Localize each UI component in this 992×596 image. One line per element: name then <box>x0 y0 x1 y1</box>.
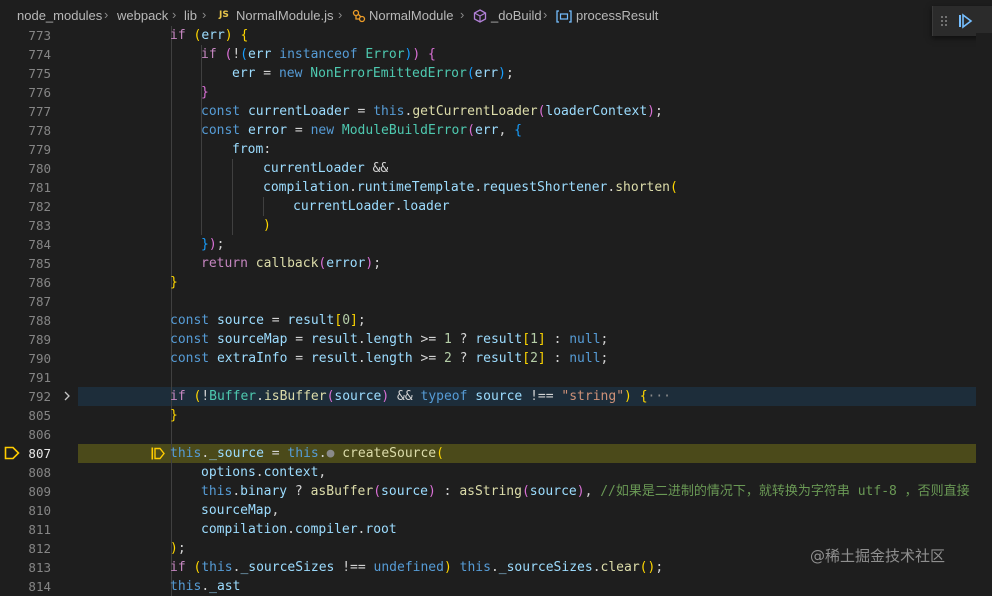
line-number: 784 <box>28 237 51 252</box>
line-number: 780 <box>28 161 51 176</box>
code-line-775: err = new NonErrorEmittedError(err); <box>232 66 514 81</box>
code-line-781: compilation.runtimeTemplate.requestShort… <box>263 180 678 195</box>
line-number: 773 <box>28 28 51 43</box>
code-line-807: this._source = this.● createSource( <box>170 446 444 461</box>
code-line-774: if (!(err instanceof Error)) { <box>201 47 436 62</box>
indent-guide <box>201 45 202 235</box>
line-number: 777 <box>28 104 51 119</box>
code-line-789: const sourceMap = result.length >= 1 ? r… <box>170 332 609 347</box>
code-line-788: const source = result[0]; <box>170 313 366 328</box>
fold-expand-chevron-icon[interactable] <box>62 391 72 401</box>
line-number-gutter: 773 774 775 776 777 778 779 780 781 782 … <box>0 0 78 594</box>
line-number: 782 <box>28 199 51 214</box>
code-line-814: this._ast <box>170 579 241 594</box>
line-number: 808 <box>28 465 51 480</box>
line-number: 790 <box>28 351 51 366</box>
line-number: 813 <box>28 560 51 575</box>
line-number: 814 <box>28 579 51 594</box>
code-line-810: sourceMap, <box>201 503 280 518</box>
watermark: @稀土掘金技术社区 <box>810 547 946 565</box>
line-number: 792 <box>28 389 51 404</box>
code-line-780: currentLoader && <box>263 161 389 176</box>
code-line-809: this.binary ? asBuffer(source) : asStrin… <box>201 484 970 499</box>
line-number: 791 <box>28 370 51 385</box>
code-line-785: return callback(error); <box>201 256 382 271</box>
line-number: 776 <box>28 85 51 100</box>
folded-ellipsis[interactable]: ··· <box>648 389 671 404</box>
code-line-776: } <box>201 85 209 100</box>
line-number: 781 <box>28 180 51 195</box>
line-number: 812 <box>28 541 51 556</box>
line-number: 787 <box>28 294 51 309</box>
code-line-808: options.context, <box>201 465 327 480</box>
code-line-811: compilation.compiler.root <box>201 522 397 537</box>
code-line-773: if (err) { <box>170 28 249 43</box>
line-number: 789 <box>28 332 51 347</box>
line-number: 788 <box>28 313 51 328</box>
inline-breakpoint-icon[interactable] <box>151 447 165 460</box>
current-line-number: 807 <box>28 446 51 461</box>
line-number: 810 <box>28 503 51 518</box>
code-line-779: from: <box>232 142 272 157</box>
code-line-812: ); <box>170 541 186 556</box>
line-number: 786 <box>28 275 51 290</box>
code-line-782: currentLoader.loader <box>293 199 450 214</box>
breakpoint-arrow-icon[interactable] <box>4 446 20 460</box>
line-number: 811 <box>28 522 51 537</box>
line-number: 775 <box>28 66 51 81</box>
line-number: 805 <box>28 408 51 423</box>
line-number: 779 <box>28 142 51 157</box>
code-line-778: const error = new ModuleBuildError(err, … <box>201 123 522 138</box>
code-line-813: if (this._sourceSizes !== undefined) thi… <box>170 560 664 575</box>
code-editor[interactable]: if (err) { if (!(err instanceof Error)) … <box>78 0 992 596</box>
code-line-786: } <box>170 275 178 290</box>
code-line-792: if (!Buffer.isBuffer(source) && typeof s… <box>170 389 671 404</box>
code-line-783: ) <box>263 218 271 233</box>
indent-guide <box>263 197 264 216</box>
indent-guide <box>232 159 233 235</box>
line-number: 806 <box>28 427 51 442</box>
code-line-777: const currentLoader = this.getCurrentLoa… <box>201 104 663 119</box>
code-line-805: } <box>170 408 178 423</box>
line-number: 778 <box>28 123 51 138</box>
line-number: 809 <box>28 484 51 499</box>
line-number: 774 <box>28 47 51 62</box>
code-line-790: const extraInfo = result.length >= 2 ? r… <box>170 351 609 366</box>
line-number: 785 <box>28 256 51 271</box>
code-line-784: }); <box>201 237 225 252</box>
line-number: 783 <box>28 218 51 233</box>
